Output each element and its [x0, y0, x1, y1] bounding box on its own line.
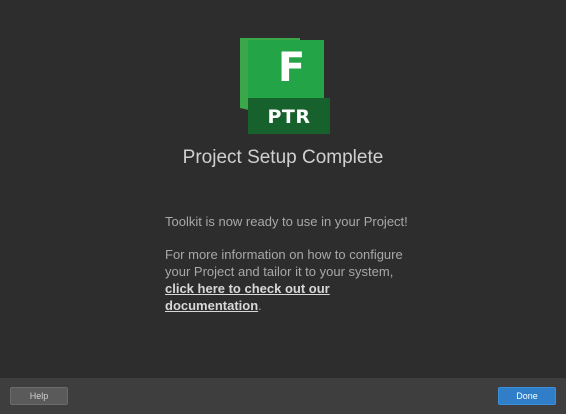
logo-letter: F	[277, 45, 306, 91]
info-message: For more information on how to configure…	[165, 246, 415, 314]
ready-message: Toolkit is now ready to use in your Proj…	[165, 214, 408, 229]
done-button[interactable]: Done	[498, 387, 556, 405]
dialog-footer: Help Done	[0, 378, 566, 414]
logo-badge-text: PTR	[267, 106, 311, 128]
flow-ptr-logo: F PTR	[240, 38, 333, 134]
help-button[interactable]: Help	[10, 387, 68, 405]
info-prefix: For more information on how to configure…	[165, 247, 403, 279]
documentation-link[interactable]: click here to check out our documentatio…	[165, 281, 330, 313]
dialog-title: Project Setup Complete	[182, 147, 384, 168]
info-suffix: .	[258, 298, 262, 313]
setup-complete-dialog: F PTR Project Setup Complete Toolkit is …	[0, 0, 566, 414]
dialog-body: Toolkit is now ready to use in your Proj…	[165, 213, 415, 330]
